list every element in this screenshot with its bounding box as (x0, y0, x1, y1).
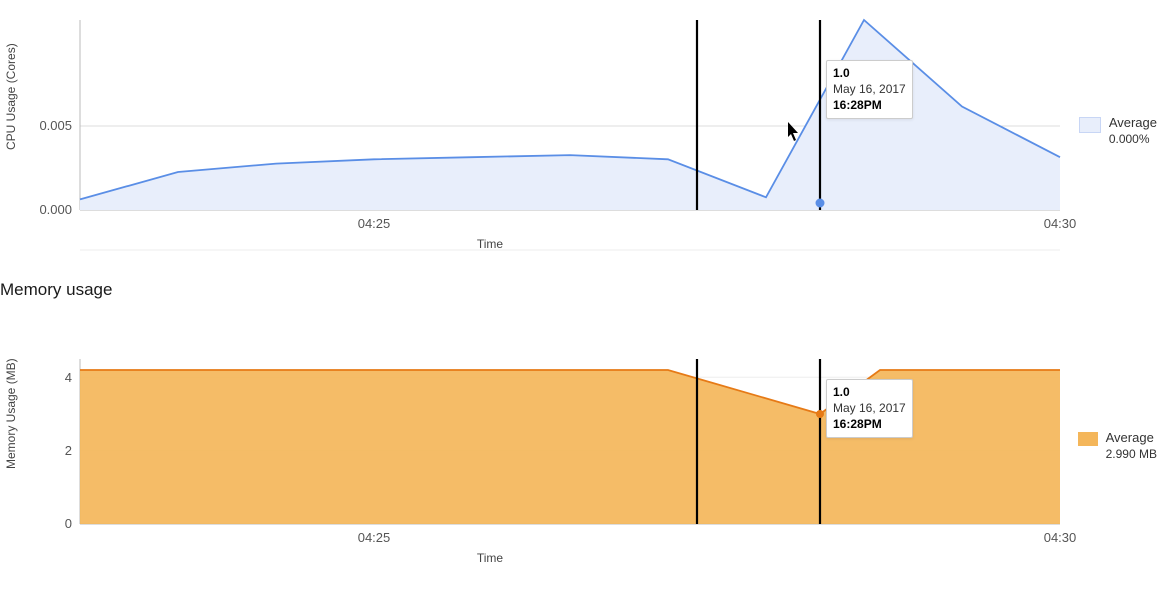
cpu-x-tick-0: 04:25 (358, 216, 391, 231)
mem-y-axis-label: Memory Usage (MB) (4, 358, 18, 469)
mem-y-tick-0: 0 (65, 516, 72, 531)
mem-legend: Average 2.990 MB (1078, 430, 1157, 462)
cpu-x-tick-1: 04:30 (1044, 216, 1077, 231)
mem-legend-swatch (1078, 432, 1098, 446)
memory-chart-svg[interactable]: Memory Usage (MB) 0 2 4 04:25 04:30 Time (0, 304, 1162, 569)
mem-x-tick-0: 04:25 (358, 530, 391, 545)
cpu-chart-svg[interactable]: CPU Usage (Cores) 0.000 0.005 04:25 04:3… (0, 0, 1162, 260)
cursor-icon (788, 122, 798, 141)
memory-chart: Memory Usage (MB) 0 2 4 04:25 04:30 Time… (0, 304, 1162, 569)
mem-tooltip-date: May 16, 2017 (833, 401, 906, 415)
mem-area (80, 370, 1060, 524)
mem-tooltip-value: 1.0 (833, 385, 850, 399)
cpu-x-axis-label: Time (477, 237, 504, 251)
mem-y-tick-1: 2 (65, 443, 72, 458)
cpu-legend-value: 0.000% (1109, 132, 1157, 148)
mem-tooltip: 1.0 May 16, 2017 16:28PM (826, 379, 913, 438)
mem-y-tick-2: 4 (65, 370, 72, 385)
cpu-y-axis-label: CPU Usage (Cores) (4, 43, 18, 150)
mem-x-tick-1: 04:30 (1044, 530, 1077, 545)
cpu-tooltip-time: 16:28PM (833, 98, 882, 112)
mem-hover-point (816, 410, 824, 418)
cpu-area (80, 20, 1060, 210)
cpu-y-tick-0: 0.000 (39, 202, 72, 217)
cpu-legend: Average 0.000% (1079, 115, 1157, 147)
cpu-tooltip: 1.0 May 16, 2017 16:28PM (826, 60, 913, 119)
cpu-hover-point (816, 199, 824, 207)
cpu-tooltip-date: May 16, 2017 (833, 82, 906, 96)
mem-tooltip-time: 16:28PM (833, 417, 882, 431)
cpu-tooltip-value: 1.0 (833, 66, 850, 80)
memory-section-title: Memory usage (0, 280, 1162, 300)
mem-legend-label: Average (1106, 430, 1157, 447)
cpu-y-tick-1: 0.005 (39, 118, 72, 133)
mem-x-axis-label: Time (477, 551, 504, 565)
cpu-legend-label: Average (1109, 115, 1157, 132)
mem-legend-value: 2.990 MB (1106, 447, 1157, 463)
cpu-legend-swatch (1079, 117, 1101, 133)
cpu-chart: CPU Usage (Cores) 0.000 0.005 04:25 04:3… (0, 0, 1162, 260)
